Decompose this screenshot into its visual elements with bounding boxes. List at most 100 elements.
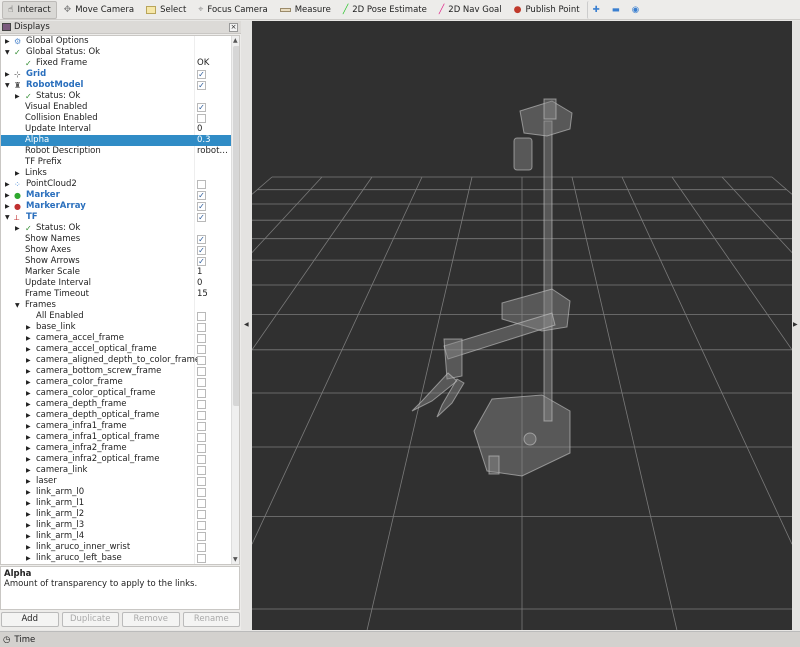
collapsed-arrow-icon[interactable]: ▶	[26, 355, 31, 366]
row-checkbox[interactable]	[197, 180, 206, 189]
row-checkbox[interactable]: ✓	[197, 213, 206, 222]
scene[interactable]	[252, 21, 792, 630]
tree-scrollbar[interactable]: ▲ ▼	[231, 36, 239, 564]
collapsed-arrow-icon[interactable]: ▶	[26, 421, 31, 432]
3d-viewport[interactable]	[252, 21, 792, 630]
collapsed-arrow-icon[interactable]: ▶	[5, 36, 10, 47]
row-checkbox[interactable]: ✓	[197, 235, 206, 244]
row-checkbox[interactable]	[197, 510, 206, 519]
tree-row[interactable]: ▶ camera_link	[1, 465, 231, 476]
collapsed-arrow-icon[interactable]: ▶	[26, 377, 31, 388]
add-button[interactable]: Add	[1, 612, 59, 627]
row-checkbox[interactable]	[197, 433, 206, 442]
tree-row[interactable]: Alpha 0.3	[1, 135, 231, 146]
tree-row[interactable]: Robot Description robot…	[1, 146, 231, 157]
tree-row[interactable]: Visual Enabled ✓	[1, 102, 231, 113]
remove-button[interactable]: Remove	[122, 612, 180, 627]
collapsed-arrow-icon[interactable]: ▶	[26, 388, 31, 399]
row-checkbox[interactable]	[197, 312, 206, 321]
time-panel-header[interactable]: ◷ Time	[0, 631, 800, 647]
tree-row[interactable]: ▶ camera_color_frame	[1, 377, 231, 388]
tree-row[interactable]: Show Axes ✓	[1, 245, 231, 256]
tool-interact[interactable]: ☝ Interact	[2, 0, 57, 19]
collapsed-arrow-icon[interactable]: ▶	[26, 399, 31, 410]
row-checkbox[interactable]	[197, 378, 206, 387]
tree-row[interactable]: ▶ camera_infra2_frame	[1, 443, 231, 454]
tree-row[interactable]: ▶ camera_depth_optical_frame	[1, 410, 231, 421]
tree-row[interactable]: ▼ ✓ Global Status: Ok	[1, 47, 231, 58]
row-checkbox[interactable]	[197, 422, 206, 431]
tree-row[interactable]: ▼ Frames	[1, 300, 231, 311]
tree-row[interactable]: ▶ link_arm_l3	[1, 520, 231, 531]
collapsed-arrow-icon[interactable]: ▶	[26, 553, 31, 564]
tree-row[interactable]: ▶ ● Marker ✓	[1, 190, 231, 201]
row-checkbox[interactable]	[197, 389, 206, 398]
row-value[interactable]: 0.3	[197, 135, 211, 146]
collapsed-arrow-icon[interactable]: ▶	[26, 344, 31, 355]
expanded-arrow-icon[interactable]: ▼	[5, 212, 10, 223]
tree-row[interactable]: ▶ camera_accel_frame	[1, 333, 231, 344]
collapsed-arrow-icon[interactable]: ▶	[26, 476, 31, 487]
tree-row[interactable]: ✓ Fixed Frame OK	[1, 58, 231, 69]
tree-row[interactable]: Collision Enabled	[1, 113, 231, 124]
row-checkbox[interactable]	[197, 356, 206, 365]
remove-tool-button[interactable]: ▬	[607, 1, 625, 19]
scroll-down-icon[interactable]: ▼	[233, 556, 238, 563]
expanded-arrow-icon[interactable]: ▼	[15, 300, 20, 311]
tree-row[interactable]: Update Interval 0	[1, 124, 231, 135]
row-checkbox[interactable]: ✓	[197, 257, 206, 266]
row-checkbox[interactable]: ✓	[197, 191, 206, 200]
tree-row[interactable]: ▶ ✓ Status: Ok	[1, 91, 231, 102]
tree-row[interactable]: ▶ Links	[1, 168, 231, 179]
tree-row[interactable]: ▶ camera_aligned_depth_to_color_frame	[1, 355, 231, 366]
tree-row[interactable]: ▶ link_arm_l2	[1, 509, 231, 520]
collapsed-arrow-icon[interactable]: ▶	[26, 542, 31, 553]
scrollbar-thumb[interactable]	[233, 46, 239, 406]
tree-row[interactable]: ▶ camera_bottom_screw_frame	[1, 366, 231, 377]
row-checkbox[interactable]	[197, 554, 206, 563]
row-value[interactable]: 1	[197, 267, 202, 278]
tool-move-camera[interactable]: ✥ Move Camera	[59, 1, 139, 19]
collapsed-arrow-icon[interactable]: ▶	[26, 498, 31, 509]
tree-row[interactable]: TF Prefix	[1, 157, 231, 168]
right-splitter[interactable]: ▶	[792, 21, 800, 630]
expanded-arrow-icon[interactable]: ▼	[5, 47, 10, 58]
collapse-left-icon[interactable]: ◀	[244, 321, 249, 328]
tree-row[interactable]: ▶ camera_accel_optical_frame	[1, 344, 231, 355]
collapsed-arrow-icon[interactable]: ▶	[26, 509, 31, 520]
collapsed-arrow-icon[interactable]: ▶	[5, 201, 10, 212]
tool-focus-camera[interactable]: ⌖ Focus Camera	[193, 1, 272, 19]
row-checkbox[interactable]	[197, 334, 206, 343]
tree-row[interactable]: ▶ link_arm_l0	[1, 487, 231, 498]
tree-row[interactable]: ▶ link_arm_l1	[1, 498, 231, 509]
row-checkbox[interactable]	[197, 488, 206, 497]
row-value[interactable]: OK	[197, 58, 209, 69]
collapsed-arrow-icon[interactable]: ▶	[15, 91, 20, 102]
tool-measure[interactable]: Measure	[275, 1, 336, 19]
tree-row[interactable]: ▶ link_aruco_left_base	[1, 553, 231, 564]
collapsed-arrow-icon[interactable]: ▶	[26, 366, 31, 377]
row-checkbox[interactable]	[197, 532, 206, 541]
left-splitter[interactable]: ◀	[241, 21, 252, 630]
collapsed-arrow-icon[interactable]: ▶	[26, 520, 31, 531]
tree-row[interactable]: Update Interval 0	[1, 278, 231, 289]
tree-row[interactable]: ▶ camera_infra1_frame	[1, 421, 231, 432]
tree-row[interactable]: ▶ base_link	[1, 322, 231, 333]
row-checkbox[interactable]	[197, 543, 206, 552]
row-checkbox[interactable]: ✓	[197, 70, 206, 79]
tree-row[interactable]: Marker Scale 1	[1, 267, 231, 278]
tree-row[interactable]: ▶ camera_depth_frame	[1, 399, 231, 410]
tree-row[interactable]: All Enabled	[1, 311, 231, 322]
expanded-arrow-icon[interactable]: ▼	[5, 80, 10, 91]
expand-right-icon[interactable]: ▶	[793, 321, 798, 328]
duplicate-button[interactable]: Duplicate	[61, 612, 119, 627]
row-checkbox[interactable]: ✓	[197, 246, 206, 255]
row-checkbox[interactable]	[197, 411, 206, 420]
tree-row[interactable]: Show Arrows ✓	[1, 256, 231, 267]
row-checkbox[interactable]	[197, 323, 206, 332]
scroll-up-icon[interactable]: ▲	[233, 37, 238, 44]
tree-row[interactable]: ▼ ⟂ TF ✓	[1, 212, 231, 223]
rename-button[interactable]: Rename	[182, 612, 240, 627]
row-checkbox[interactable]	[197, 345, 206, 354]
row-checkbox[interactable]	[197, 521, 206, 530]
